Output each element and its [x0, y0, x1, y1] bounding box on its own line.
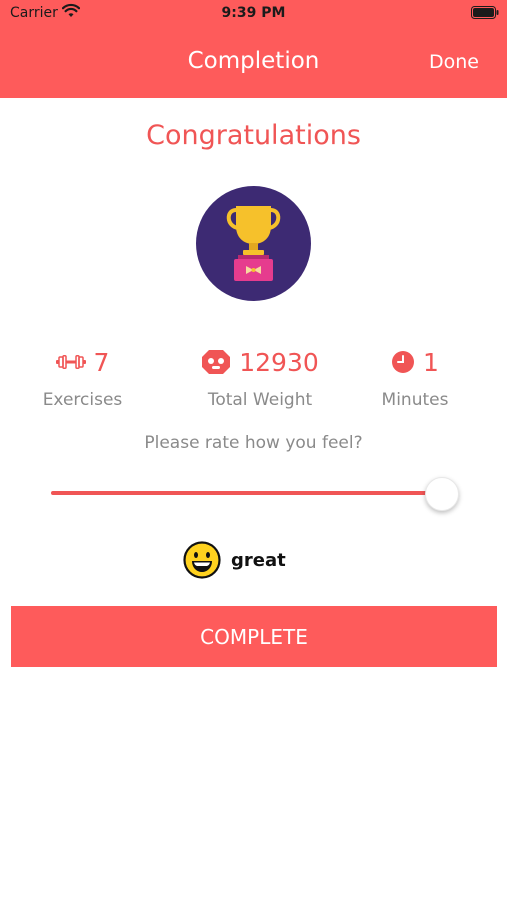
dumbbell-icon [55, 355, 86, 369]
status-bar: Carrier 9:39 PM [0, 0, 507, 26]
done-button[interactable]: Done [429, 51, 479, 73]
stat-total-weight: 12930 Total Weight [180, 346, 340, 410]
exercises-value: 7 [93, 347, 110, 377]
stat-minutes: 1 Minutes [360, 346, 470, 411]
minutes-value: 1 [423, 347, 439, 377]
rate-prompt: Please rate how you feel? [144, 433, 363, 453]
exercises-label: Exercises [42, 390, 123, 410]
feeling-slider-track[interactable] [51, 491, 443, 495]
status-time: 9:39 PM [221, 5, 286, 21]
clock-icon [392, 351, 415, 373]
weight-icon [202, 350, 231, 374]
battery-icon [471, 6, 499, 19]
minutes-label: Minutes [381, 390, 449, 410]
complete-button[interactable]: COMPLETE [11, 606, 497, 667]
congratulations-heading: Congratulations [146, 120, 361, 151]
grinning-face-icon [183, 541, 221, 579]
trophy-icon [196, 186, 311, 301]
feeling-slider-thumb[interactable] [425, 477, 459, 511]
mood-indicator: great [183, 541, 286, 579]
stat-exercises: 7 Exercises [20, 346, 145, 411]
total-weight-value: 12930 [239, 347, 319, 377]
navigation-bar: Completion Done [0, 26, 507, 98]
total-weight-label: Total Weight [207, 390, 313, 410]
mood-label: great [231, 549, 286, 571]
